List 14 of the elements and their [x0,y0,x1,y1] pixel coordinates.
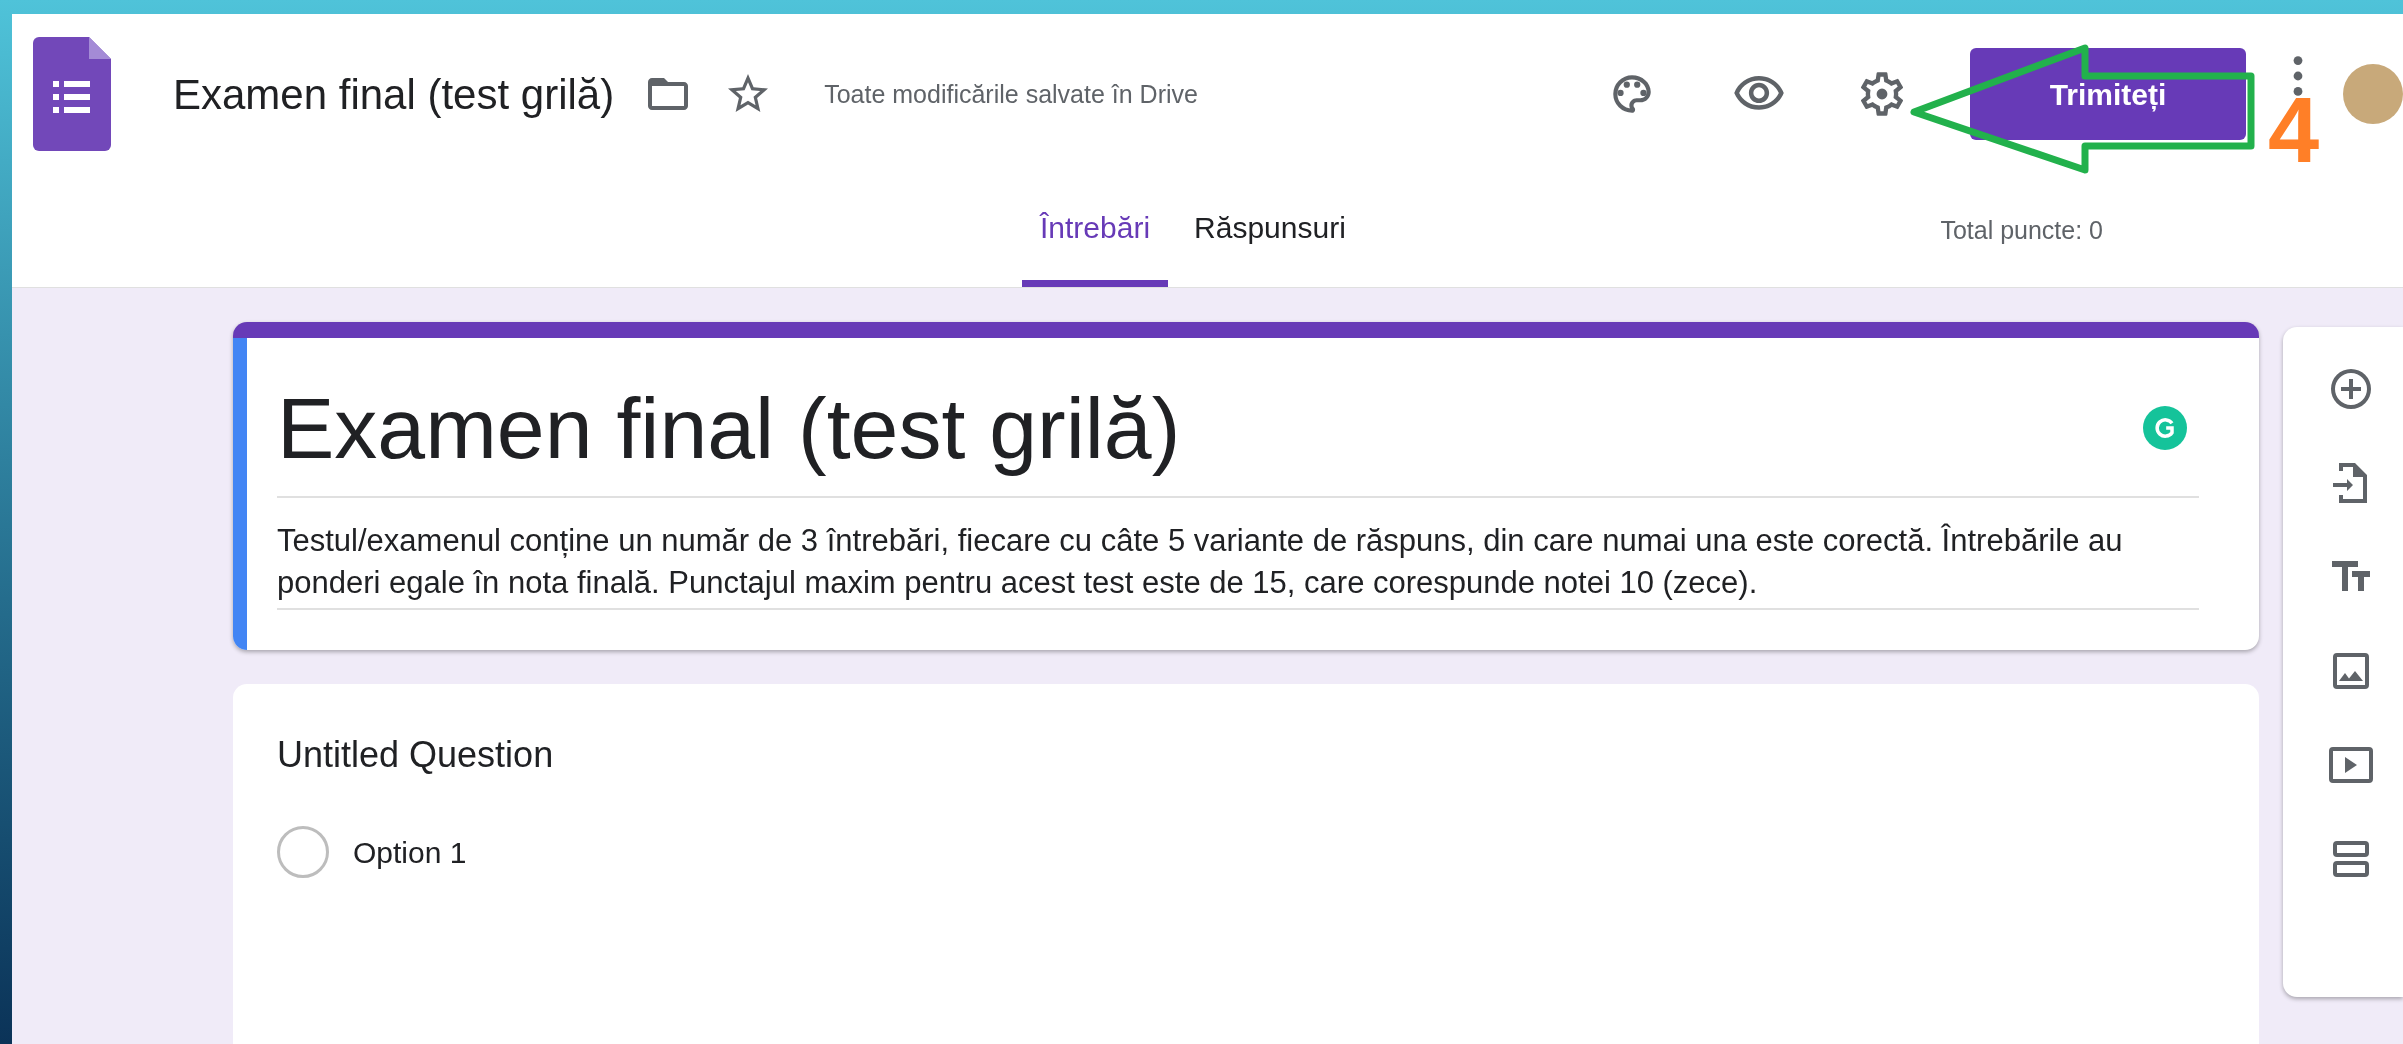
save-status-text: Toate modificările salvate în Drive [824,79,1199,110]
total-points-text: Total puncte: 0 [1940,214,2103,246]
form-heading[interactable]: Examen final (test grilă) [277,378,2144,478]
tab[interactable]: Răspunsuri [1176,174,1364,287]
form-title[interactable]: Examen final (test grilă) [173,62,615,126]
tab[interactable]: Întrebări [1022,174,1169,287]
form-description[interactable]: Testul/examenul conține un număr de 3 întrebări, fiecare cu câte 5 variante de răspuns, din care numai una este corectă. Întrebările au ponderi egale în nota finală. Punctajul maxim pentru acest test este de 15, care corespunde notei 10 (zece). [277,520,2200,610]
forms-logo-icon[interactable] [33,37,111,151]
more-options-icon[interactable] [2291,54,2305,98]
step-number: 4 [2268,92,2320,168]
option-label[interactable]: Option 1 [353,829,467,875]
radio-button[interactable] [277,826,329,878]
send-button[interactable]: Trimiteți [1970,48,2246,140]
question-title[interactable]: Untitled Question [277,728,2260,782]
